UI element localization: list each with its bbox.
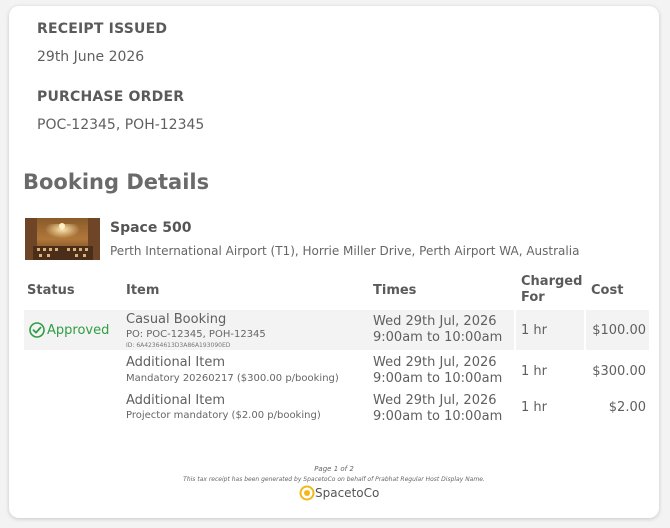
header-item: Item (126, 283, 160, 298)
row-1-charged: 1 hr (521, 323, 547, 338)
row-1-item-title: Casual Booking (126, 312, 227, 327)
row-2-item-title: Additional Item (126, 355, 225, 370)
row-3-time-range: 9:00am to 10:00am (373, 409, 503, 424)
row-1-item-id: ID: 6A42364613D3A86A193090ED (126, 342, 231, 349)
status-text: Approved (47, 322, 110, 338)
row-2-cost: $300.00 (592, 364, 646, 379)
generated-note: This tax receipt has been generated by S… (183, 476, 485, 483)
spacetoco-logo-icon (299, 485, 315, 501)
receipt-issued-label: RECEIPT ISSUED (37, 21, 168, 37)
row-2-charged: 1 hr (521, 364, 547, 379)
space-address: Perth International Airport (T1), Horrie… (110, 244, 580, 258)
row-1-times: Wed 29th Jul, 2026 9:00am to 10:00am (373, 314, 502, 346)
row-1-date: Wed 29th Jul, 2026 (373, 314, 497, 329)
check-circle-icon (29, 322, 45, 338)
receipt-card: RECEIPT ISSUED 29th June 2026 PURCHASE O… (9, 6, 659, 518)
row-1-item-po: PO: POC-12345, POH-12345 (126, 329, 266, 340)
row-3-cost: $2.00 (608, 400, 646, 415)
row-2-times: Wed 29th Jul, 2026 9:00am to 10:00am (373, 355, 502, 387)
row-3-times: Wed 29th Jul, 2026 9:00am to 10:00am (373, 393, 502, 425)
row-3-date: Wed 29th Jul, 2026 (373, 393, 497, 408)
row-3-item-title: Additional Item (126, 393, 225, 408)
row-2-time-range: 9:00am to 10:00am (373, 371, 503, 386)
purchase-order-value: POC-12345, POH-12345 (37, 117, 205, 133)
spacetoco-logo: SpacetoCo (299, 485, 379, 501)
receipt-issued-value: 29th June 2026 (37, 49, 145, 65)
row-1-time-range: 9:00am to 10:00am (373, 330, 503, 345)
space-thumbnail (25, 218, 100, 260)
row-2-item-sub: Mandatory 20260217 ($300.00 p/booking) (126, 373, 339, 384)
page-number: Page 1 of 2 (314, 465, 354, 473)
header-charged-for: Charged For (521, 274, 583, 305)
space-name: Space 500 (110, 220, 192, 236)
row-2-date: Wed 29th Jul, 2026 (373, 355, 497, 370)
header-status: Status (27, 283, 75, 298)
row-1-cost: $100.00 (592, 323, 646, 338)
row-3-charged: 1 hr (521, 400, 547, 415)
header-cost: Cost (591, 283, 624, 298)
row-3-item-sub: Projector mandatory ($2.00 p/booking) (126, 410, 321, 421)
booking-details-title: Booking Details (23, 170, 210, 194)
header-times: Times (373, 283, 417, 298)
status-badge: Approved (29, 322, 109, 338)
purchase-order-label: PURCHASE ORDER (37, 89, 185, 105)
brand-name: SpacetoCo (315, 486, 380, 500)
